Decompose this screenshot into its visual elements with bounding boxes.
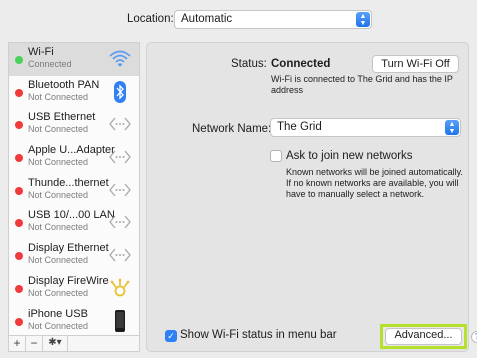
service-item-thunderbolt-ethernet[interactable]: Thunde...thernet Not Connected (9, 174, 139, 207)
chevron-updown-icon: ▲ ▼ (445, 120, 459, 135)
status-dot (15, 317, 23, 326)
network-name-label: Network Name: (192, 123, 272, 135)
ethernet-icon (109, 183, 131, 197)
bluetooth-icon (114, 80, 126, 103)
location-value: Automatic (181, 13, 233, 25)
status-dot (15, 121, 23, 130)
status-dot (15, 56, 23, 64)
iphone-icon (115, 309, 125, 332)
status-dot (15, 88, 23, 97)
show-wifi-status-checkbox[interactable]: ✓ (165, 330, 177, 342)
service-list-controls: + − ✱▾ (8, 336, 140, 352)
service-item-wifi[interactable]: Wi-Fi Connected (9, 43, 139, 76)
ethernet-icon (109, 150, 131, 164)
service-item-bluetooth-pan[interactable]: Bluetooth PAN Not Connected (9, 76, 139, 109)
show-wifi-status-label: Show Wi-Fi status in menu bar (180, 329, 337, 341)
ask-to-join-checkbox[interactable] (270, 150, 282, 162)
remove-service-button[interactable]: − (26, 336, 43, 351)
network-name-value: The Grid (277, 121, 322, 133)
ethernet-icon (109, 248, 131, 262)
status-label: Status: (231, 58, 267, 70)
service-item-display-ethernet[interactable]: Display Ethernet Not Connected (9, 239, 139, 272)
status-dot (15, 252, 23, 261)
ethernet-icon (109, 117, 131, 131)
wifi-icon (109, 50, 131, 67)
advanced-button-highlight: Advanced... (380, 324, 467, 349)
location-select[interactable]: Automatic ▲ ▼ (174, 10, 372, 29)
ask-to-join-description: Known networks will be joined automatica… (286, 167, 463, 199)
turn-wifi-off-button[interactable]: Turn Wi-Fi Off (372, 55, 459, 73)
ethernet-icon (109, 216, 131, 229)
service-item-usb-ethernet[interactable]: USB Ethernet Not Connected (9, 108, 139, 141)
ask-to-join-label: Ask to join new networks (286, 150, 413, 162)
help-button[interactable]: ? (471, 331, 477, 343)
status-dot (15, 284, 23, 293)
status-description: Wi-Fi is connected to The Grid and has t… (271, 74, 453, 95)
advanced-button[interactable]: Advanced... (385, 328, 462, 345)
gear-icon[interactable]: ✱▾ (43, 336, 68, 351)
add-service-button[interactable]: + (9, 336, 26, 351)
service-item-display-firewire[interactable]: Display FireWire Not Connected (9, 272, 139, 305)
status-dot (15, 186, 23, 195)
firewire-icon (110, 278, 130, 297)
status-dot (15, 219, 23, 228)
service-item-iphone-usb[interactable]: iPhone USB Not Connected (9, 305, 139, 336)
chevron-updown-icon: ▲ ▼ (356, 12, 370, 27)
service-list: Wi-Fi Connected Bluetooth PAN Not Connec… (8, 42, 140, 336)
status-value: Connected (271, 58, 331, 70)
service-item-usb-lan[interactable]: USB 10/...00 LAN Not Connected (9, 206, 139, 239)
status-dot (15, 154, 23, 163)
location-label: Location: (127, 13, 174, 25)
network-name-select[interactable]: The Grid ▲ ▼ (270, 118, 461, 137)
service-item-apple-usb-adapter[interactable]: Apple U...Adapter Not Connected (9, 141, 139, 174)
